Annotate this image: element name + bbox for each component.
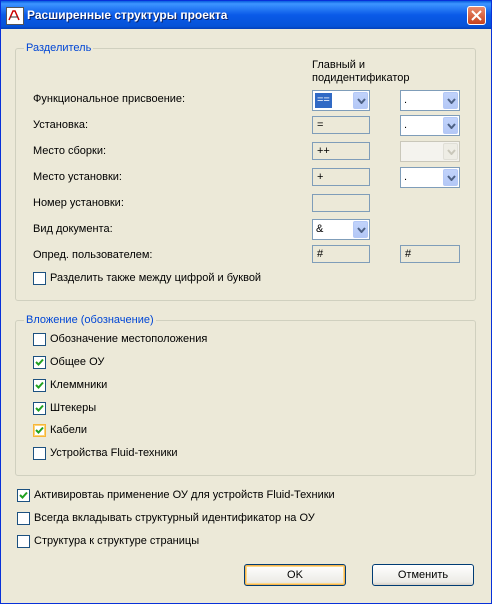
separator-legend: Разделитель (24, 42, 94, 54)
dialog-window: Расширенные структуры проекта Разделител… (0, 0, 492, 604)
user-defined-sub-field: # (400, 245, 460, 263)
ok-button[interactable]: OK (244, 564, 346, 586)
functional-assignment-sub-combo[interactable]: . (400, 90, 460, 111)
mounting-location-sub-combo[interactable]: . (400, 167, 460, 188)
close-icon (471, 10, 482, 21)
activate-fluid-checkbox[interactable] (17, 489, 30, 502)
user-defined-main-field: # (312, 245, 370, 263)
installation-sub-combo[interactable]: . (400, 115, 460, 136)
checkmark-icon (19, 491, 28, 499)
column-header-line2: подидентификатор (312, 72, 410, 84)
assembly-place-main-field: ++ (312, 142, 370, 160)
dropdown-button[interactable] (443, 92, 458, 109)
title-bar[interactable]: Расширенные структуры проекта (1, 1, 491, 29)
chevron-down-icon (447, 149, 456, 155)
chevron-down-icon (447, 98, 456, 104)
fluid-devices-label[interactable]: Устройства Fluid-техники (50, 447, 178, 459)
mounting-location-main-field: + (312, 168, 370, 186)
checkmark-icon (35, 404, 44, 412)
general-device-label[interactable]: Общее ОУ (50, 356, 104, 368)
close-button[interactable] (467, 6, 486, 25)
location-designation-checkbox[interactable] (33, 333, 46, 346)
installation-main-field: = (312, 116, 370, 134)
always-nest-checkbox[interactable] (17, 512, 30, 525)
dropdown-button[interactable] (353, 92, 368, 109)
dropdown-button[interactable] (353, 221, 368, 238)
chevron-down-icon (447, 175, 456, 181)
column-header-line1: Главный и (312, 59, 366, 71)
general-device-checkbox[interactable] (33, 356, 46, 369)
terminal-strips-checkbox[interactable] (33, 379, 46, 392)
location-designation-label[interactable]: Обозначение местоположения (50, 333, 207, 345)
checkmark-icon (35, 381, 44, 389)
fluid-devices-checkbox[interactable] (33, 447, 46, 460)
structure-page-label[interactable]: Структура к структуре страницы (34, 535, 199, 547)
installation-label: Установка: (33, 119, 89, 131)
plugs-checkbox[interactable] (33, 402, 46, 415)
split-digit-letter-checkbox[interactable] (33, 272, 46, 285)
combo-value: . (404, 119, 408, 131)
assembly-place-sub-combo (400, 141, 460, 162)
chevron-down-icon (357, 98, 366, 104)
nesting-legend: Вложение (обозначение) (24, 314, 156, 326)
mounting-location-label: Место установки: (33, 171, 122, 183)
combo-value: & (316, 223, 324, 235)
chevron-down-icon (357, 227, 366, 233)
cancel-button[interactable]: Отменить (372, 564, 474, 586)
checkmark-icon (35, 358, 44, 366)
always-nest-label[interactable]: Всегда вкладывать структурный идентифика… (34, 512, 315, 524)
cables-label[interactable]: Кабели (50, 424, 87, 436)
chevron-down-icon (447, 123, 456, 129)
app-icon (6, 7, 24, 25)
structure-page-checkbox[interactable] (17, 535, 30, 548)
functional-assignment-main-combo[interactable]: == (312, 90, 370, 111)
installation-number-field (312, 194, 370, 212)
dropdown-button[interactable] (443, 117, 458, 134)
checkmark-icon (35, 426, 44, 434)
plugs-label[interactable]: Штекеры (50, 402, 96, 414)
split-digit-letter-label[interactable]: Разделить также между цифрой и буквой (50, 272, 261, 284)
combo-value: . (404, 94, 408, 106)
installation-number-label: Номер установки: (33, 197, 124, 209)
document-type-label: Вид документа: (33, 223, 113, 235)
dropdown-button[interactable] (443, 169, 458, 186)
combo-value: == (315, 93, 332, 108)
user-defined-label: Опред. пользователем: (33, 249, 153, 261)
activate-fluid-label[interactable]: Активировтаь применение ОУ для устройств… (34, 489, 335, 501)
assembly-place-label: Место сборки: (33, 145, 107, 157)
terminal-strips-label[interactable]: Клеммники (50, 379, 107, 391)
combo-value: . (404, 171, 408, 183)
functional-assignment-label: Функциональное присвоение: (33, 93, 186, 105)
document-type-combo[interactable]: & (312, 219, 370, 240)
dropdown-button (443, 143, 458, 160)
window-title: Расширенные структуры проекта (27, 8, 228, 22)
cables-checkbox[interactable] (33, 424, 46, 437)
